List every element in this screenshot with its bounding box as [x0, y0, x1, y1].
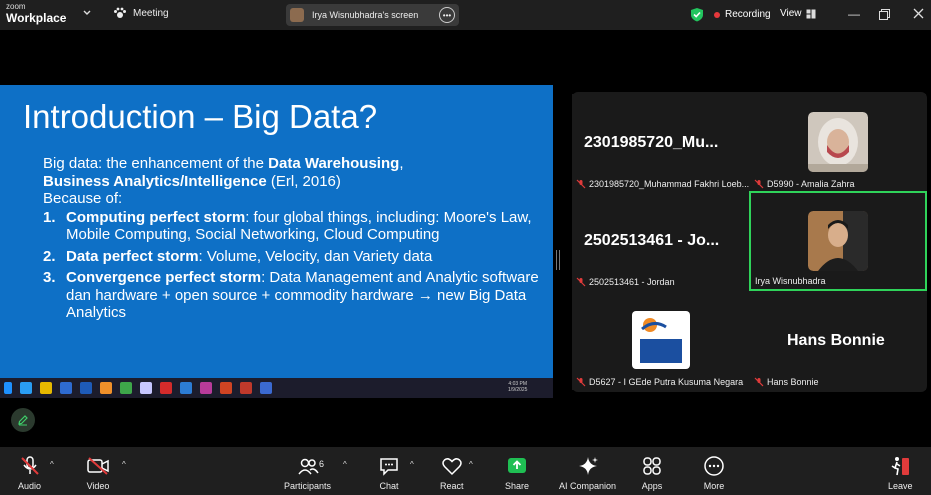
more-button[interactable]: More [703, 455, 725, 491]
video-options-caret[interactable]: ^ [122, 460, 126, 469]
list-item: 1. Computing perfect storm: four global t… [43, 208, 532, 244]
participant-name-display: 2301985720_Mu... [584, 134, 719, 151]
screen-share-pill[interactable]: Irya Wisnubhadra's screen ••• [286, 4, 459, 26]
sparkle-icon [578, 457, 598, 475]
participant-tile[interactable]: 2301985720_Mu... 2301985720_Muhammad Fak… [572, 94, 749, 192]
recording-label: Recording [725, 9, 771, 20]
participants-icon [297, 458, 319, 475]
participants-options-caret[interactable]: ^ [343, 460, 347, 469]
avatar [290, 8, 304, 22]
mic-muted-icon [576, 179, 586, 189]
mic-muted-icon [754, 377, 764, 387]
audio-button[interactable]: Audio [18, 455, 41, 491]
minimize-icon[interactable]: — [848, 7, 860, 21]
react-button[interactable]: React [440, 455, 464, 491]
meeting-label: Meeting [133, 7, 169, 19]
participant-tile[interactable]: D5990 - Amalia Zahra [750, 94, 926, 192]
video-button[interactable]: Video [86, 455, 110, 491]
title-bar: zoom Workplace Meeting Irya Wisnubhadra'… [0, 0, 931, 30]
leave-icon [891, 457, 910, 476]
windows-start-icon [4, 382, 12, 394]
share-screen-icon [508, 458, 527, 473]
mic-muted-icon [20, 456, 39, 475]
ai-companion-button[interactable]: AI Companion [559, 455, 616, 491]
participant-label: 2502513461 - Jordan [576, 277, 675, 287]
participant-photo [808, 112, 868, 172]
shared-taskbar: 4:03 PM 1/9/2025 [0, 378, 553, 398]
mic-muted-icon [754, 179, 764, 189]
participant-name-display: 2502513461 - Jo... [584, 232, 720, 249]
share-button[interactable]: Share [505, 455, 529, 491]
participant-tile[interactable]: 2502513461 - Jo... 2502513461 - Jordan [572, 192, 748, 290]
participants-count: 6 [319, 459, 325, 469]
video-off-icon [87, 457, 109, 475]
restore-icon[interactable] [879, 9, 890, 20]
chat-icon [380, 458, 398, 476]
chrome-icon [120, 382, 132, 394]
folder-icon [40, 382, 52, 394]
view-button[interactable]: View [780, 8, 816, 19]
word-icon [80, 382, 92, 394]
participant-tile[interactable]: D5627 - I GEde Putra Kusuma Negara [572, 292, 748, 390]
meeting-info-button[interactable]: Meeting [113, 7, 169, 19]
participant-label: 2301985720_Muhammad Fakhri Loeb... [576, 179, 749, 189]
participant-label: D5990 - Amalia Zahra [754, 179, 855, 189]
grid-view-icon [806, 9, 815, 18]
slide-body: Big data: the enhancement of the Data Wa… [43, 155, 543, 326]
zoom-workplace-logo: zoom Workplace [6, 2, 67, 25]
participant-photo [808, 211, 868, 271]
app-icon [200, 382, 212, 394]
resize-handle[interactable] [556, 250, 560, 270]
participant-name-display: Hans Bonnie [787, 332, 885, 349]
apps-button[interactable]: Apps [641, 455, 663, 491]
gallery-view: 2301985720_Mu... 2301985720_Muhammad Fak… [572, 92, 927, 392]
more-options-icon[interactable]: ••• [439, 7, 455, 23]
outlook-icon [60, 382, 72, 394]
taskbar-clock: 4:03 PM 1/9/2025 [508, 381, 528, 393]
participant-label: Hans Bonnie [754, 377, 819, 387]
heart-icon [442, 458, 462, 476]
record-dot-icon [714, 11, 720, 18]
meeting-toolbar: Audio ^ Video ^ Participants 6 ^ Chat ^ … [0, 447, 931, 495]
zoom-app-icon [180, 382, 192, 394]
chevron-down-icon[interactable] [82, 8, 92, 18]
react-options-caret[interactable]: ^ [469, 460, 473, 469]
pencil-icon [18, 415, 28, 426]
close-icon[interactable] [913, 8, 924, 19]
mic-muted-icon [576, 377, 586, 387]
audio-options-caret[interactable]: ^ [50, 460, 54, 469]
view-label: View [780, 8, 802, 19]
mic-muted-icon [576, 277, 586, 287]
edge-icon [20, 382, 32, 394]
participant-label: Irya Wisnubhadra [755, 276, 826, 286]
binus-logo [632, 311, 690, 369]
list-item: 2. Data perfect storm: Volume, Velocity, … [43, 247, 433, 265]
pdf-icon [160, 382, 172, 394]
paw-icon [114, 7, 126, 18]
more-icon [704, 456, 724, 476]
slide-title: Introduction – Big Data? [23, 98, 378, 135]
powerpoint-icon [220, 382, 232, 394]
annotate-button[interactable] [11, 408, 35, 432]
shared-screen-slide: Introduction – Big Data? Big data: the e… [0, 85, 553, 378]
slide-list: 1. Computing perfect storm: four global t… [43, 209, 543, 322]
active-speaker-tile[interactable]: Irya Wisnubhadra [749, 191, 927, 291]
slide-intro: Big data: the enhancement of the Data Wa… [43, 155, 404, 190]
security-shield-icon[interactable] [690, 7, 704, 22]
chat-options-caret[interactable]: ^ [410, 460, 414, 469]
app-icon [140, 382, 152, 394]
participant-label: D5627 - I GEde Putra Kusuma Negara [576, 377, 743, 387]
recording-indicator[interactable]: Recording [714, 9, 771, 20]
app-icon [240, 382, 252, 394]
list-item: 3. Convergence perfect storm: Data Manage… [43, 269, 539, 321]
participant-tile[interactable]: Hans Bonnie Hans Bonnie [750, 292, 926, 390]
screen-share-label: Irya Wisnubhadra's screen [312, 10, 419, 20]
chat-button[interactable]: Chat [378, 455, 400, 491]
firefox-icon [100, 382, 112, 394]
leave-button[interactable]: Leave [888, 455, 913, 491]
slide-because: Because of: [43, 190, 123, 207]
app-icon [260, 382, 272, 394]
apps-icon [643, 457, 661, 475]
